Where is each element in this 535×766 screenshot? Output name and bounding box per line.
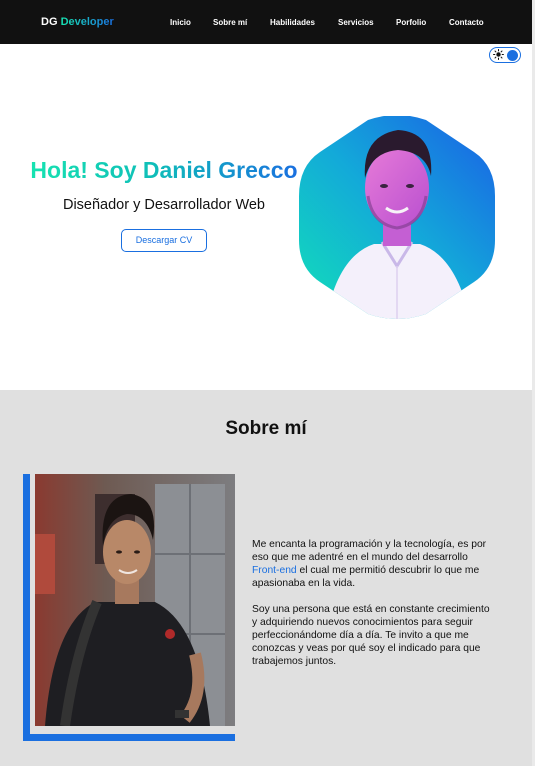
- hero-profile-photo: [299, 116, 495, 319]
- nav-link-porfolio[interactable]: Porfolio: [396, 18, 426, 27]
- nav-link-inicio[interactable]: Inicio: [170, 18, 191, 27]
- theme-toggle[interactable]: [489, 47, 521, 63]
- hero-subtitle: Diseñador y Desarrollador Web: [62, 197, 266, 213]
- nav-link-servicios[interactable]: Servicios: [338, 18, 374, 27]
- logo-word: Developer: [60, 16, 114, 28]
- nav-link-sobre-mi[interactable]: Sobre mí: [213, 18, 247, 27]
- about-paragraph-1: Me encanta la programación y la tecnolog…: [252, 539, 487, 589]
- toggle-knob: [507, 49, 518, 61]
- about-paragraph-2: Soy una persona que está en constante cr…: [252, 604, 490, 667]
- about-description: Me encanta la programación y la tecnolog…: [252, 538, 496, 668]
- about-section: Sobre mí Me encanta la programación y la…: [0, 390, 532, 766]
- photo-frame-accent: [23, 474, 30, 740]
- nav-link-contacto[interactable]: Contacto: [449, 18, 484, 27]
- hero-title: Hola! Soy Daniel Grecco: [30, 157, 298, 183]
- about-title: Sobre mí: [225, 418, 307, 439]
- download-cv-button[interactable]: Descargar CV: [121, 229, 207, 252]
- about-profile-photo: [35, 474, 235, 726]
- logo[interactable]: DG Developer: [41, 16, 114, 28]
- photo-frame-accent-bottom: [23, 734, 235, 741]
- front-end-highlight: Front-end: [252, 565, 297, 576]
- navbar: DG Developer Inicio Sobre mí Habilidades…: [0, 0, 532, 44]
- sun-icon: [493, 49, 504, 60]
- nav-link-habilidades[interactable]: Habilidades: [270, 18, 315, 27]
- logo-initials: DG: [41, 16, 58, 28]
